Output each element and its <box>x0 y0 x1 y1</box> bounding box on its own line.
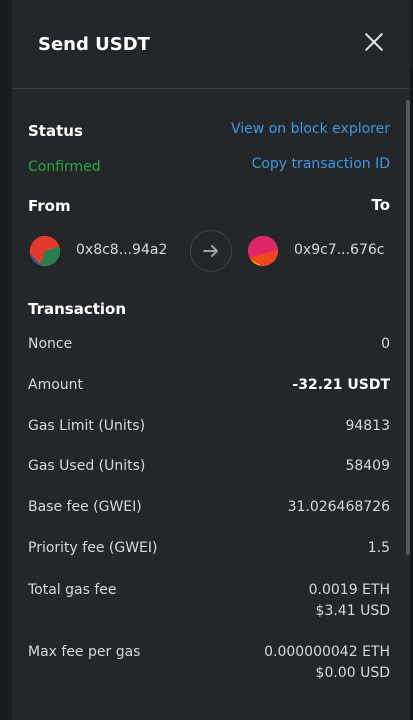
tx-label: Total gas fee <box>28 582 117 598</box>
close-icon[interactable] <box>362 30 386 54</box>
tx-row-priority-fee: Priority fee (GWEI) 1.5 <box>28 540 390 560</box>
to-label: To <box>371 196 390 214</box>
to-avatar <box>248 236 278 266</box>
max-fee-per-gas-eth: 0.000000042 ETH <box>264 644 390 660</box>
transaction-section-header: Transaction <box>28 299 390 319</box>
from-label: From <box>28 197 71 215</box>
backdrop-edge <box>0 0 12 720</box>
total-gas-fee-eth: 0.0019 ETH <box>308 582 390 598</box>
scrollbar[interactable] <box>406 100 410 555</box>
arrow-right-icon <box>190 230 232 272</box>
tx-label: Base fee (GWEI) <box>28 499 142 515</box>
tx-row-base-fee: Base fee (GWEI) 31.026468726 <box>28 499 390 519</box>
tx-label: Nonce <box>28 336 73 352</box>
tx-value: -32.21 USDT <box>292 377 390 393</box>
tx-value: 58409 <box>345 458 390 474</box>
tx-row-max-fee-per-gas: Max fee per gas 0.000000042 ETH $0.00 US… <box>28 644 390 686</box>
tx-label: Gas Limit (Units) <box>28 418 146 434</box>
tx-value: 31.026468726 <box>287 499 390 515</box>
tx-row-total-gas-fee: Total gas fee 0.0019 ETH $3.41 USD <box>28 582 390 624</box>
status-badge: Confirmed <box>28 159 101 175</box>
tx-value: 1.5 <box>367 540 390 556</box>
from-to-header: From To <box>28 196 390 216</box>
status-row: Status View on block explorer <box>28 121 390 141</box>
status-value-row: Confirmed Copy transaction ID <box>28 156 390 176</box>
total-gas-fee-usd: $3.41 USD <box>315 603 390 619</box>
status-label: Status <box>28 122 83 140</box>
copy-transaction-id-link[interactable]: Copy transaction ID <box>252 156 390 172</box>
tx-label: Gas Used (Units) <box>28 458 146 474</box>
tx-label: Max fee per gas <box>28 644 141 660</box>
tx-row-amount: Amount -32.21 USDT <box>28 377 390 397</box>
tx-label: Amount <box>28 377 84 393</box>
transaction-details-modal: Send USDT Status View on block explorer … <box>12 0 410 720</box>
transaction-title: Transaction <box>28 300 127 318</box>
to-address[interactable]: 0x9c7...676c <box>294 242 384 258</box>
modal-title: Send USDT <box>38 34 150 55</box>
tx-label: Priority fee (GWEI) <box>28 540 158 556</box>
view-on-block-explorer-link[interactable]: View on block explorer <box>231 121 390 137</box>
from-avatar <box>30 236 60 266</box>
tx-value: 0 <box>381 336 390 352</box>
tx-value: 94813 <box>345 418 390 434</box>
tx-row-gas-limit: Gas Limit (Units) 94813 <box>28 418 390 438</box>
tx-row-nonce: Nonce 0 <box>28 336 390 356</box>
from-address[interactable]: 0x8c8...94a2 <box>76 242 167 258</box>
max-fee-per-gas-usd: $0.00 USD <box>315 665 390 681</box>
tx-row-gas-used: Gas Used (Units) 58409 <box>28 458 390 478</box>
modal-header: Send USDT <box>12 0 410 89</box>
